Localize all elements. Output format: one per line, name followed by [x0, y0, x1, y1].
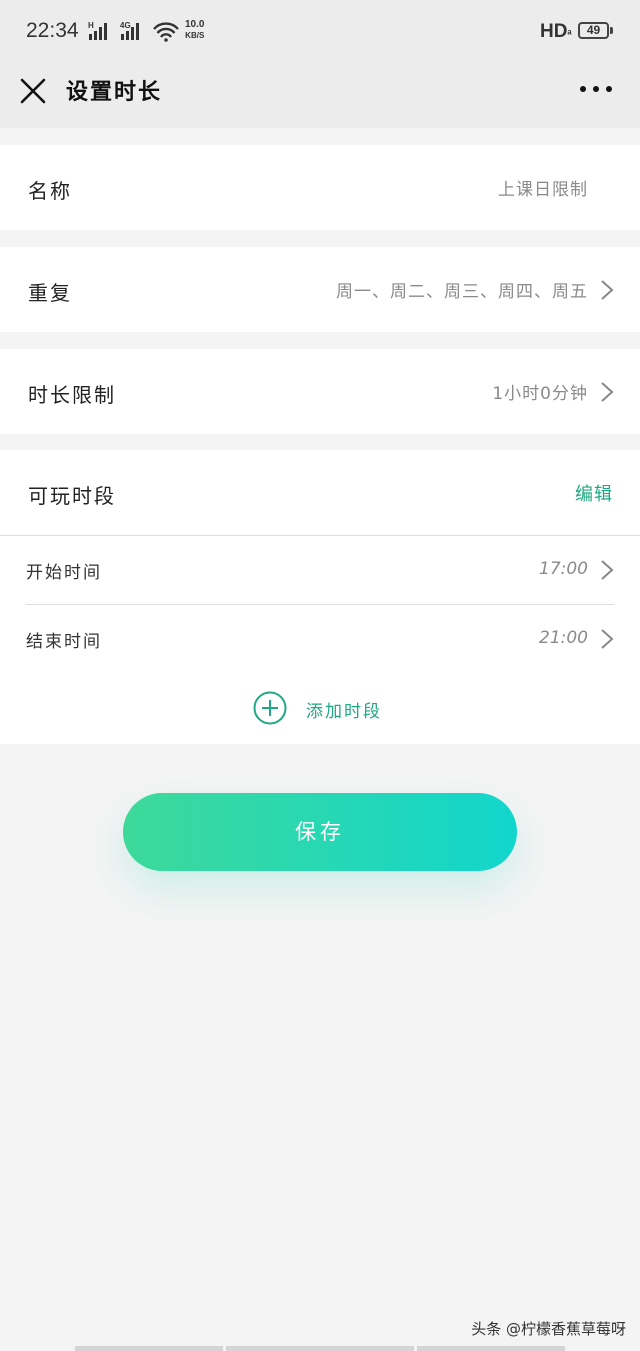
chevron-right-icon: [600, 381, 614, 403]
limit-value: 1小时0分钟: [492, 379, 588, 404]
name-row[interactable]: 名称 上课日限制: [0, 145, 640, 230]
end-time-value: 21:00: [539, 628, 588, 648]
start-time-label: 开始时间: [26, 558, 102, 583]
watermark: 头条 @柠檬香蕉草莓呀: [471, 1318, 626, 1339]
limit-label: 时长限制: [28, 379, 116, 408]
close-icon[interactable]: [18, 76, 48, 106]
svg-text:H: H: [88, 21, 94, 30]
add-period-label: 添加时段: [306, 697, 382, 722]
chevron-right-icon: [600, 279, 614, 301]
hd-label: HD: [540, 21, 567, 42]
repeat-value: 周一、周二、周三、周四、周五: [336, 277, 588, 302]
home-indicator: [226, 1346, 414, 1351]
nav-bar: 设置时长: [0, 62, 640, 128]
svg-text:4G: 4G: [120, 21, 131, 30]
start-time-row[interactable]: 开始时间 17:00: [0, 536, 640, 605]
limit-row[interactable]: 时长限制 1小时0分钟: [0, 349, 640, 434]
page-title: 设置时长: [66, 74, 162, 106]
start-time-value: 17:00: [539, 559, 588, 579]
repeat-label: 重复: [28, 277, 72, 306]
network-speed-unit: KB/S: [185, 31, 204, 41]
name-value: 上课日限制: [498, 175, 588, 200]
save-button[interactable]: 保存: [123, 793, 517, 871]
home-indicator: [75, 1346, 223, 1351]
battery-icon: 49: [578, 22, 609, 39]
add-period-row: 添加时段: [0, 673, 640, 744]
chevron-right-icon: [600, 628, 614, 650]
chevron-right-icon: [600, 559, 614, 581]
playable-header-row: 可玩时段 编辑: [0, 450, 640, 535]
home-indicator: [417, 1346, 565, 1351]
hd-indicator: HDᵃ: [540, 21, 572, 43]
end-time-row[interactable]: 结束时间 21:00: [0, 605, 640, 674]
status-bar: 22:34 H 4G 10.0 KB/S HDᵃ 49: [0, 0, 640, 62]
wifi-icon: [154, 24, 178, 42]
more-icon[interactable]: [578, 76, 614, 102]
name-label: 名称: [28, 175, 72, 204]
signal-icon: H 4G: [88, 20, 184, 42]
battery-tip: [610, 27, 613, 34]
network-speed-value: 10.0: [185, 20, 204, 30]
edit-button[interactable]: 编辑: [575, 480, 613, 506]
repeat-row[interactable]: 重复 周一、周二、周三、周四、周五: [0, 247, 640, 332]
add-circle-icon: [253, 691, 287, 725]
playable-label: 可玩时段: [28, 480, 116, 509]
end-time-label: 结束时间: [26, 627, 102, 652]
network-speed: 10.0 KB/S: [185, 20, 204, 41]
add-period-button[interactable]: 添加时段: [253, 691, 403, 727]
status-time: 22:34: [26, 19, 79, 43]
